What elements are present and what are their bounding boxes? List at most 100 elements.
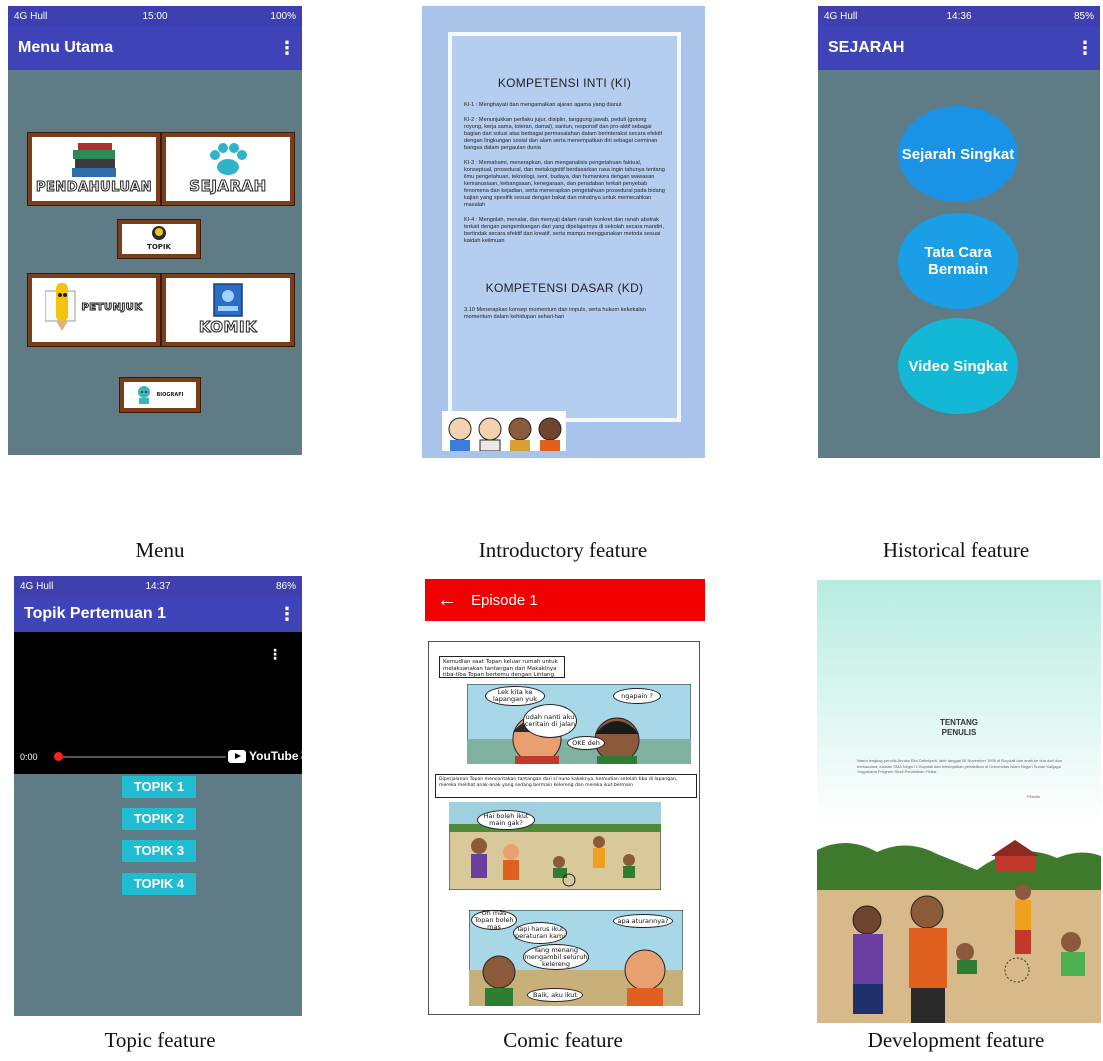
menu-screen: 4G Hull 15:00 100% Menu Utama ⋮ PENDAHUL… xyxy=(8,6,302,455)
comic-screen: ← Episode 1 Kemudian saat Topan keluar r… xyxy=(425,579,705,1017)
more-options-icon[interactable]: ⋮ xyxy=(278,38,296,59)
signal-indicator: 4G Hull xyxy=(824,10,858,22)
sejarah-singkat-button[interactable]: Sejarah Singkat xyxy=(898,106,1018,202)
more-options-icon[interactable]: ⋮ xyxy=(278,604,296,625)
speech-bubble: Hai boleh ikut main gak? xyxy=(477,810,535,830)
page-title: Topik Pertemuan 1 xyxy=(24,605,166,622)
video-progress-track[interactable] xyxy=(56,756,226,758)
status-bar: 4G Hull 14:36 85% xyxy=(818,6,1100,26)
topik-1-button[interactable]: TOPIK 1 xyxy=(122,776,196,798)
topik-4-button[interactable]: TOPIK 4 xyxy=(122,873,196,895)
video-scrubber[interactable] xyxy=(54,752,63,761)
speech-bubble: Oh mas Topan boleh mas xyxy=(471,909,517,930)
about-author-heading: TENTANG PENULIS xyxy=(817,718,1101,738)
village-field-illustration xyxy=(817,840,1101,1023)
signal-indicator: 4G Hull xyxy=(20,580,54,592)
speech-bubble: Baik, aku ikut xyxy=(527,988,583,1002)
video-menu-icon[interactable]: ⋮ xyxy=(268,646,282,663)
biografi-label: BIOGRAFI xyxy=(156,392,184,398)
comic-page: Kemudian saat Topan keluar rumah untuk m… xyxy=(428,641,700,1015)
status-bar: 4G Hull 14:37 86% xyxy=(14,576,302,596)
speech-bubble: apa aturannya? xyxy=(613,914,673,928)
kid-blue xyxy=(852,905,883,1014)
kd-heading: KOMPETENSI DASAR (KD) xyxy=(485,281,644,295)
petunjuk-label: PETUNJUK xyxy=(81,301,143,313)
pencil-character-icon xyxy=(45,283,76,331)
tata-cara-bermain-button[interactable]: Tata Cara Bermain xyxy=(898,213,1018,309)
status-bar: 4G Hull 15:00 100% xyxy=(8,6,302,26)
development-screen: TENTANG PENULIS Nama lengkap penulis Ann… xyxy=(817,580,1101,1023)
caption-menu: Menu xyxy=(135,538,185,562)
video-player[interactable]: ⋮ 0:00 YouTube ⛶ xyxy=(14,632,302,774)
comic-book-icon xyxy=(213,283,243,317)
topik-3-button[interactable]: TOPIK 3 xyxy=(122,840,196,862)
biografi-button[interactable]: BIOGRAFI xyxy=(120,378,200,412)
person-icon xyxy=(138,386,151,404)
back-arrow-icon[interactable]: ← xyxy=(437,589,457,612)
komik-button[interactable]: KOMIK xyxy=(162,274,294,346)
youtube-logo[interactable]: YouTube ⛶ xyxy=(228,749,302,763)
kid-orange xyxy=(909,895,947,1023)
video-singkat-button[interactable]: Video Singkat xyxy=(898,318,1018,414)
about-heading-line-2: PENULIS xyxy=(941,728,977,737)
author-bio-text: Nama lengkap penulis Annisa Eka Dahniyar… xyxy=(857,758,1062,774)
caption-comic: Comic feature xyxy=(503,1028,623,1052)
author-signature: Penulis xyxy=(1027,794,1041,799)
caption-introductory: Introductory feature xyxy=(478,538,648,562)
ki-heading: KOMPETENSI INTI (KI) xyxy=(497,76,632,90)
more-options-icon[interactable]: ⋮ xyxy=(1076,38,1094,59)
ki-2-text: KI-2 : Menunjukkan perilaku jujur, disip… xyxy=(464,117,663,151)
speech-bubble: ngapain ? xyxy=(613,688,661,704)
app-bar: ← Episode 1 xyxy=(425,579,705,621)
pendahuluan-label: PENDAHULUAN xyxy=(36,180,153,196)
narration-box-1: Kemudian saat Topan keluar rumah untuk m… xyxy=(439,656,565,678)
battery-indicator: 100% xyxy=(270,10,296,22)
sejarah-label: SEJARAH xyxy=(189,177,267,196)
video-time: 0:00 xyxy=(20,752,38,762)
topik-button[interactable]: TOPIK xyxy=(118,220,200,258)
competency-page: KOMPETENSI INTI (KI) KI-1 : Menghayati d… xyxy=(448,32,681,422)
introductory-screen: KOMPETENSI INTI (KI) KI-1 : Menghayati d… xyxy=(422,6,705,458)
caption-historical: Historical feature xyxy=(882,538,1030,562)
page-title: Menu Utama xyxy=(18,39,114,56)
about-heading-line-1: TENTANG xyxy=(939,718,979,727)
kids-illustration xyxy=(442,411,566,451)
youtube-play-icon xyxy=(228,749,246,763)
topik-2-button[interactable]: TOPIK 2 xyxy=(122,808,196,830)
speech-bubble: Tapi harus ikut peraturan kami xyxy=(513,922,567,944)
books-icon xyxy=(72,143,116,177)
lightbulb-icon xyxy=(152,226,166,240)
page-title: Episode 1 xyxy=(471,591,538,609)
caption-development: Development feature xyxy=(867,1028,1045,1052)
speech-bubble: Yang menang mengambil seluruh kelereng xyxy=(523,944,589,970)
speech-bubble: OKE deh xyxy=(567,736,605,750)
page-title: SEJARAH xyxy=(828,39,905,56)
paw-icon xyxy=(210,143,247,175)
clock: 14:37 xyxy=(145,580,171,592)
topik-label: TOPIK xyxy=(147,243,171,251)
app-bar: SEJARAH ⋮ xyxy=(818,26,1100,70)
historical-screen: 4G Hull 14:36 85% SEJARAH ⋮ Sejarah Sing… xyxy=(818,6,1100,458)
ki-3-text: KI-3 : Memahami, menerapkan, dan mengana… xyxy=(464,160,665,208)
caption-topic: Topic feature xyxy=(104,1028,216,1052)
battery-indicator: 85% xyxy=(1073,10,1094,22)
youtube-label: YouTube xyxy=(249,749,299,763)
pendahuluan-button[interactable]: PENDAHULUAN xyxy=(28,133,160,205)
clock: 15:00 xyxy=(142,10,168,22)
sejarah-button[interactable]: SEJARAH xyxy=(162,133,294,205)
app-bar: Menu Utama ⋮ xyxy=(8,26,302,70)
kd-text: 3.10 Menerapkan konsep momentum dan impu… xyxy=(464,307,646,320)
clock: 14:36 xyxy=(946,10,972,22)
speech-bubble: Lek kita ke lapangan yuk xyxy=(485,686,545,706)
battery-indicator: 86% xyxy=(275,580,296,592)
signal-indicator: 4G Hull xyxy=(14,10,48,22)
app-bar: Topik Pertemuan 1 ⋮ xyxy=(14,596,302,632)
komik-label: KOMIK xyxy=(198,318,258,337)
speech-bubble: udah nanti aku ceritain di jalan xyxy=(523,704,577,738)
ki-1-text: KI-1 : Menghayati dan mengamalkan ajaran… xyxy=(464,102,622,108)
narration-box-2: Diperjalanan Topan menceritakan tantanga… xyxy=(435,774,697,798)
ki-4-text: KI-4 : Mengolah, menalar, dan menyaji da… xyxy=(464,217,664,244)
topic-screen: 4G Hull 14:37 86% Topik Pertemuan 1 ⋮ ⋮ … xyxy=(14,576,302,1016)
kid-yellow xyxy=(1015,884,1031,954)
petunjuk-button[interactable]: PETUNJUK xyxy=(28,274,160,346)
